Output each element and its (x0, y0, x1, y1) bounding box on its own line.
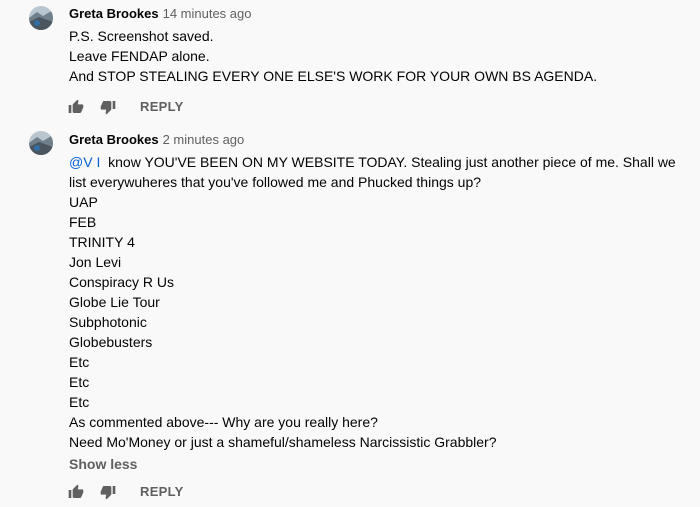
comment-text-line: Leave FENDAP alone. (69, 48, 210, 64)
thumb-down-icon[interactable] (100, 97, 120, 117)
comment-text-line: Jon Levi (69, 254, 122, 270)
comment-header: Greta Brookes 2 minutes ago (69, 131, 244, 149)
avatar[interactable] (29, 131, 53, 155)
comment-timestamp[interactable]: 2 minutes ago (163, 132, 245, 147)
comment-text-line: Need Mo'Money or just a shameful/shamele… (69, 434, 497, 450)
comment-text-line: TRINITY 4 (69, 234, 135, 250)
comment-text-line: Subphotonic (69, 314, 147, 330)
comment-text-line: Globebusters (69, 334, 153, 350)
user-mention-link[interactable]: @V I (69, 154, 100, 170)
comment-text-line: UAP (69, 194, 98, 210)
comment-text-line: Conspiracy R Us (69, 274, 175, 290)
thumb-down-icon[interactable] (100, 482, 120, 502)
comment-text-line: Etc (69, 354, 90, 370)
comment-text-line: @V I know YOU'VE BEEN ON MY WEBSITE TODA… (69, 152, 676, 172)
thumb-up-icon[interactable] (68, 97, 88, 117)
comment-header: Greta Brookes 14 minutes ago (69, 5, 252, 23)
comment-text-line: As commented above--- Why are you really… (69, 414, 378, 430)
comment-text-line: And STOP STEALING EVERY ONE ELSE'S WORK … (69, 68, 598, 84)
thumb-up-icon[interactable] (68, 482, 88, 502)
author-name[interactable]: Greta Brookes (69, 132, 159, 147)
comment-text-line: list everywuheres that you've followed m… (69, 174, 482, 190)
comment-text-line: Etc (69, 394, 90, 410)
reply-button[interactable]: REPLY (140, 99, 184, 115)
comment-text: know YOU'VE BEEN ON MY WEBSITE TODAY. St… (100, 154, 676, 170)
show-less-button[interactable]: Show less (69, 454, 137, 474)
comment-timestamp[interactable]: 14 minutes ago (163, 6, 252, 21)
comment-text-line: Etc (69, 374, 90, 390)
comment-text-line: Globe Lie Tour (69, 294, 160, 310)
reply-button[interactable]: REPLY (140, 484, 184, 500)
avatar[interactable] (29, 6, 53, 30)
author-name[interactable]: Greta Brookes (69, 6, 159, 21)
comment-text-line: FEB (69, 214, 97, 230)
comment-text-line: P.S. Screenshot saved. (69, 28, 214, 44)
